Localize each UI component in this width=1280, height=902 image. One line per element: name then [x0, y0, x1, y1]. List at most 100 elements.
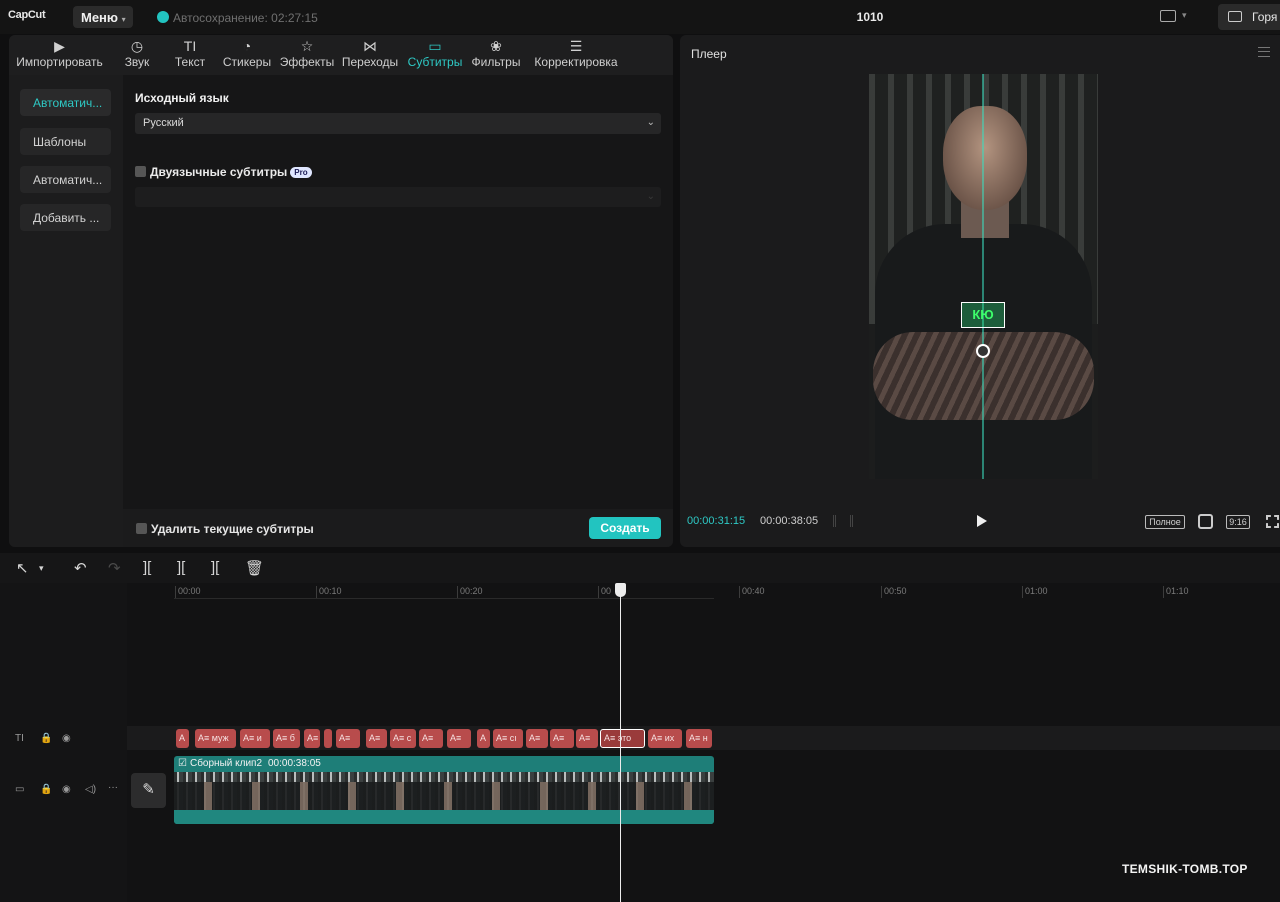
split-icon[interactable]: ][ — [143, 559, 151, 576]
timeline-grid-icon[interactable] — [833, 515, 853, 527]
text-icon: TI — [183, 38, 197, 54]
tab-filters[interactable]: ❀ Фильтры — [467, 35, 525, 75]
source-language-select[interactable]: Русский ⌄ — [135, 113, 661, 134]
tab-adjust[interactable]: ☰ Корректировка — [529, 35, 623, 75]
compound-clip-icon: ☑ — [178, 758, 187, 769]
sidebar-item-auto-captions[interactable]: Автоматич... — [20, 89, 111, 116]
video-track-icon: ▭ — [15, 784, 25, 795]
subtitle-clip[interactable]: A≡ — [419, 729, 443, 748]
autosave-status: Автосохранение: 02:27:15 — [173, 11, 318, 25]
tab-import[interactable]: ▶ Импортировать — [12, 35, 107, 75]
subtitle-clip[interactable]: A≡ и — [240, 729, 270, 748]
chevron-down-icon: ⌄ — [646, 191, 655, 202]
subtitle-clip[interactable]: A≡ — [304, 729, 320, 748]
tab-audio[interactable]: ◷ Звук — [119, 35, 155, 75]
subtitle-clip[interactable]: A≡ — [447, 729, 471, 748]
project-title[interactable]: 1010 — [840, 10, 900, 24]
subtitle-clip[interactable]: A≡ муж — [195, 729, 236, 748]
video-clip[interactable]: ☑ Сборный клип2 00:00:38:05 — [174, 756, 714, 824]
bilingual-checkbox[interactable] — [135, 166, 146, 177]
total-time: 00:00:38:05 — [760, 515, 819, 527]
tab-text[interactable]: TI Текст — [171, 35, 209, 75]
ruler-tick: 01:00 — [1022, 586, 1048, 598]
video-preview[interactable]: КЮ — [869, 74, 1098, 479]
subtitle-clip[interactable]: A≡ б — [273, 729, 300, 748]
delete-existing-row[interactable]: Удалить текущие субтитры — [136, 522, 314, 536]
eye-icon[interactable]: ◉ — [62, 784, 71, 795]
tab-effects[interactable]: ☆ Эффекты — [279, 35, 335, 75]
select-tool-icon[interactable]: ↖ — [16, 559, 29, 577]
chevron-down-icon[interactable]: ▾ — [39, 563, 44, 574]
split-left-icon[interactable]: ][ — [177, 559, 185, 576]
tab-subtitles[interactable]: ▭ Субтитры — [405, 35, 465, 75]
sticker-icon: ◔ — [242, 38, 252, 54]
sidebar-item-add[interactable]: Добавить ... — [20, 204, 111, 231]
media-panel: ▶ Импортировать ◷ Звук TI Текст ◔ Стикеры ☆ Э… — [9, 35, 673, 547]
tab-stickers[interactable]: ◔ Стикеры — [220, 35, 274, 75]
playhead[interactable] — [620, 583, 621, 902]
text-track-icon: TI — [15, 733, 24, 744]
subtitle-clip[interactable]: A≡ н — [686, 729, 712, 748]
aspect-ratio-button[interactable]: 9:16 — [1226, 515, 1250, 529]
center-guide — [982, 74, 984, 479]
audio-waveform — [174, 810, 714, 824]
chevron-down-icon: ⌄ — [646, 117, 655, 128]
ruler-tick: 00:10 — [316, 586, 342, 598]
playhead-handle[interactable] — [615, 583, 626, 597]
delete-icon[interactable]: 🗑 — [245, 559, 264, 577]
chevron-down-icon[interactable]: ▾ — [1182, 10, 1187, 21]
fullscreen-icon[interactable] — [1266, 515, 1279, 528]
bilingual-row[interactable]: Двуязычные субтитры Pro — [135, 165, 312, 179]
lock-icon[interactable]: 🔒 — [40, 733, 52, 744]
player-panel: Плеер КЮ 00:00:31:15 00:00:38:05 Полное … — [680, 35, 1280, 547]
volume-icon[interactable]: ◁) — [85, 784, 96, 795]
sidebar-item-templates[interactable]: Шаблоны — [20, 128, 111, 155]
tab-transitions[interactable]: ⋈ Переходы — [339, 35, 401, 75]
split-right-icon[interactable]: ][ — [211, 559, 219, 576]
keyboard-icon — [1228, 11, 1242, 22]
subtitle-text-box[interactable]: КЮ — [961, 302, 1005, 328]
chevron-down-icon: ▾ — [121, 15, 126, 24]
subtitle-clip[interactable]: A≡ — [526, 729, 548, 748]
captions-settings: Исходный язык Русский ⌄ Двуязычные субти… — [123, 75, 673, 547]
subtitle-clip[interactable]: A≡ сı — [493, 729, 523, 748]
cover-edit-button[interactable]: ✎ — [131, 773, 166, 808]
title-bar: CapCut Меню ▾ Автосохранение: 02:27:15 1… — [0, 0, 1280, 34]
subtitle-clip[interactable]: A≡ — [550, 729, 574, 748]
watermark: TEMSHIK-TOMB.TOP — [1122, 862, 1248, 876]
lock-icon[interactable]: 🔒 — [40, 784, 52, 795]
thumbnail-figures — [174, 782, 714, 810]
menu-icon[interactable] — [1258, 47, 1270, 57]
pencil-icon: ✎ — [142, 781, 155, 798]
subtitle-clip[interactable] — [324, 729, 332, 748]
subtitle-clip[interactable]: A≡ — [336, 729, 360, 748]
adjust-icon: ☰ — [569, 38, 583, 54]
subtitle-clip[interactable]: A≡ — [576, 729, 598, 748]
subtitle-clip-selected[interactable]: A≡ это — [600, 729, 645, 748]
subtitle-track: A A≡ муж A≡ и A≡ б A≡ A≡ A≡ A≡ с A≡ A≡ A… — [127, 726, 1280, 750]
subtitle-clip[interactable]: A≡ их — [648, 729, 682, 748]
ruler-tick: 00:40 — [739, 586, 765, 598]
more-icon[interactable]: ··· — [108, 782, 118, 793]
delete-existing-checkbox[interactable] — [136, 523, 147, 534]
subtitle-clip[interactable]: A≡ — [366, 729, 387, 748]
focus-icon[interactable] — [1198, 514, 1213, 529]
menu-button[interactable]: Меню ▾ — [73, 6, 133, 28]
filters-icon: ❀ — [490, 38, 502, 54]
subtitle-clip[interactable]: A — [477, 729, 490, 748]
subtitle-clip[interactable]: A≡ с — [390, 729, 416, 748]
transitions-icon: ⋈ — [363, 38, 377, 54]
rotate-handle-icon[interactable] — [976, 344, 990, 358]
ruler-line — [174, 598, 714, 599]
time-ruler[interactable]: 00:00 00:10 00:20 00 00:40 00:50 01:00 0… — [127, 583, 1280, 599]
full-quality-button[interactable]: Полное — [1145, 515, 1185, 529]
eye-icon[interactable]: ◉ — [62, 733, 71, 744]
layout-icon[interactable] — [1160, 10, 1176, 22]
video-clip-label: ☑ Сборный клип2 00:00:38:05 — [178, 758, 321, 769]
sidebar-item-auto-lyrics[interactable]: Автоматич... — [20, 166, 111, 193]
play-icon[interactable] — [977, 515, 987, 527]
redo-icon[interactable]: ↷ — [108, 559, 121, 577]
create-button[interactable]: Создать — [589, 517, 661, 539]
undo-icon[interactable]: ↶ — [74, 559, 87, 577]
subtitle-clip[interactable]: A — [176, 729, 189, 748]
